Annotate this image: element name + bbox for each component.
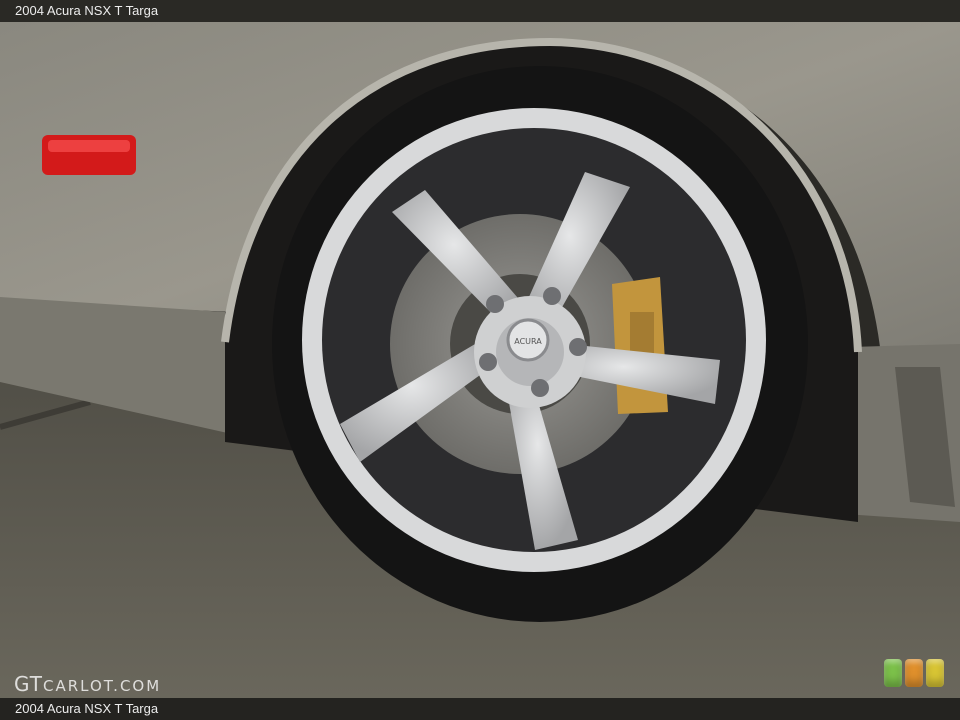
- gtcarlot-watermark: GTCARLOT.COM: [14, 672, 162, 696]
- orange-status-light-icon: [905, 659, 923, 687]
- center-cap-logo: ACURA: [514, 337, 542, 346]
- wheel-photo-illustration: ACURA: [0, 22, 960, 698]
- status-lights: [884, 659, 944, 687]
- photo-title-bar: 2004 Acura NSX T Targa: [0, 0, 960, 22]
- car-wheel-photo: ACURA: [0, 22, 960, 698]
- yellow-status-light-icon: [926, 659, 944, 687]
- photo-caption-bar: 2004 Acura NSX T Targa: [0, 698, 960, 720]
- photo-title: 2004 Acura NSX T Targa: [15, 3, 159, 18]
- photo-caption: 2004 Acura NSX T Targa: [15, 701, 159, 716]
- green-status-light-icon: [884, 659, 902, 687]
